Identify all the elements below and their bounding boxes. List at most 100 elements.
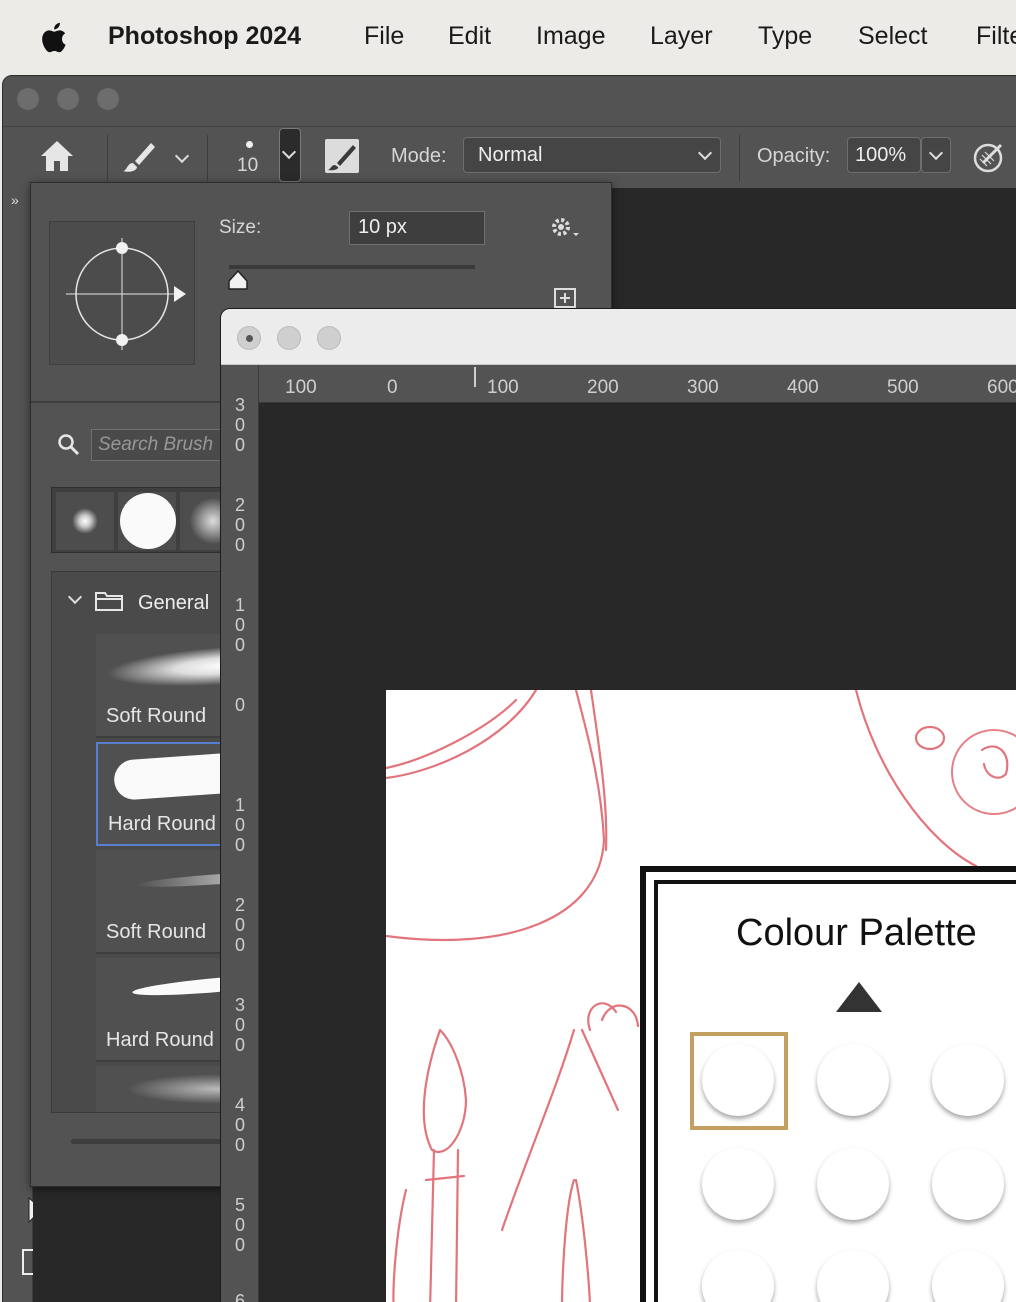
opacity-dropdown-button[interactable]: [921, 137, 951, 173]
hruler-label: 100: [285, 377, 317, 398]
options-bar: 10 Mode: Normal Opacity: 100%: [3, 126, 1016, 188]
menu-type[interactable]: Type: [758, 22, 812, 51]
new-preset-icon[interactable]: [553, 287, 577, 309]
vruler-label: 6: [234, 1291, 248, 1302]
color-swatch[interactable]: [932, 1044, 1004, 1116]
size-value: 10 px: [358, 216, 407, 238]
mode-dropdown[interactable]: Normal: [463, 137, 721, 173]
chevron-down-icon: [281, 144, 297, 160]
document-minimize-button[interactable]: [277, 326, 301, 350]
folder-name: General: [138, 592, 210, 614]
tools-panel: »: [3, 188, 56, 1302]
brush-name: Soft Round: [106, 705, 207, 727]
brush-name: Hard Round: [108, 813, 216, 835]
hruler-label: 200: [587, 377, 619, 398]
brush-size-dot-icon: [246, 141, 253, 148]
size-slider[interactable]: [229, 265, 475, 269]
palette-card: Colour Palette: [640, 866, 1016, 1302]
window-zoom-button[interactable]: [97, 88, 119, 110]
vruler-label: 300: [234, 395, 248, 455]
folder-icon: [95, 592, 123, 611]
vruler-label-text: 200: [234, 495, 245, 555]
horizontal-ruler[interactable]: 100 0 100 200 300 400 500 600: [259, 365, 1016, 403]
pressure-opacity-icon[interactable]: [971, 139, 1007, 175]
vruler-label: 500: [234, 1195, 248, 1255]
vruler-label-text: 500: [234, 1195, 245, 1255]
brush-roundness-widget[interactable]: [50, 222, 196, 366]
chevron-down-icon: [928, 145, 944, 161]
search-placeholder: Search Brush: [98, 434, 214, 455]
menu-bar: Photoshop 2024 File Edit Image Layer Typ…: [0, 0, 1016, 75]
document-title-bar: [221, 309, 1016, 365]
window-close-button[interactable]: [17, 88, 39, 110]
chevron-down-icon: [697, 145, 713, 161]
color-swatch[interactable]: [932, 1148, 1004, 1220]
menu-layer[interactable]: Layer: [650, 22, 713, 51]
vruler-label: 100: [234, 595, 248, 655]
opacity-value: 100%: [855, 144, 907, 166]
document-zoom-button[interactable]: [317, 326, 341, 350]
menu-file[interactable]: File: [364, 22, 404, 51]
mode-value: Normal: [478, 144, 543, 166]
color-swatch[interactable]: [702, 1148, 774, 1220]
ruler-cursor-marker: [474, 367, 476, 387]
search-icon: [58, 434, 80, 456]
palette-title: Colour Palette: [736, 912, 977, 954]
vruler-label: 0: [234, 695, 248, 715]
hruler-label: 0: [387, 377, 398, 398]
vruler-label-text: 400: [234, 1095, 245, 1155]
menu-image[interactable]: Image: [536, 22, 605, 51]
size-slider-thumb[interactable]: [227, 269, 249, 291]
apple-logo-icon[interactable]: [38, 20, 72, 56]
up-arrow-icon[interactable]: [832, 978, 886, 1018]
vruler-label-text: 100: [234, 795, 245, 855]
hruler-label: 600: [987, 377, 1016, 398]
vruler-label: 100: [234, 795, 248, 855]
gear-icon[interactable]: [549, 215, 583, 241]
brush-tip-soft-small[interactable]: [56, 492, 114, 550]
brush-panel-icon: [328, 145, 356, 171]
vruler-label: 300: [234, 995, 248, 1055]
color-swatch[interactable]: [817, 1044, 889, 1116]
brush-size-value: 10: [237, 155, 259, 176]
vruler-label-text: 0: [234, 695, 245, 715]
window-minimize-button[interactable]: [57, 88, 79, 110]
document-window: 100 0 100 200 300 400 500 600 300 200 10…: [220, 308, 1016, 1302]
brush-tip-hard-large[interactable]: [118, 492, 176, 550]
brush-name: Soft Round: [106, 921, 207, 943]
mode-label: Mode:: [391, 145, 447, 167]
vruler-label: 400: [234, 1095, 248, 1155]
hruler-label: 100: [487, 377, 519, 398]
separator: [739, 135, 740, 181]
menu-filter[interactable]: Filter: [976, 22, 1016, 51]
hruler-label: 500: [887, 377, 919, 398]
vruler-label-text: 6: [234, 1291, 245, 1302]
vruler-label-text: 300: [234, 995, 245, 1055]
brush-picker-button[interactable]: [279, 128, 301, 182]
brush-angle-preview[interactable]: [49, 221, 195, 365]
document-canvas[interactable]: Colour Palette: [386, 690, 1016, 1302]
menu-app-name[interactable]: Photoshop 2024: [108, 22, 301, 51]
document-close-button[interactable]: [237, 326, 261, 350]
menu-select[interactable]: Select: [858, 22, 927, 51]
color-swatch[interactable]: [702, 1044, 774, 1116]
size-input[interactable]: 10 px: [349, 211, 485, 245]
brush-name: Hard Round: [106, 1029, 214, 1051]
tool-preset-chevron-icon[interactable]: [174, 148, 190, 164]
home-icon[interactable]: [39, 139, 75, 173]
brush-tool-icon[interactable]: [121, 139, 157, 175]
separator: [107, 135, 108, 181]
vruler-label-text: 200: [234, 895, 245, 955]
opacity-label: Opacity:: [757, 145, 831, 167]
expand-panel-icon[interactable]: »: [11, 192, 19, 208]
opacity-input[interactable]: 100%: [847, 137, 921, 173]
vruler-label-text: 300: [234, 395, 245, 455]
vertical-ruler[interactable]: 300 200 100 0 100 200 300 400 500 6: [221, 365, 259, 1302]
separator: [207, 135, 208, 181]
vruler-label-text: 100: [234, 595, 245, 655]
brush-settings-panel-button[interactable]: [325, 139, 359, 173]
hruler-label: 400: [787, 377, 819, 398]
color-swatch[interactable]: [817, 1148, 889, 1220]
menu-edit[interactable]: Edit: [448, 22, 491, 51]
chevron-down-icon[interactable]: [67, 589, 83, 605]
